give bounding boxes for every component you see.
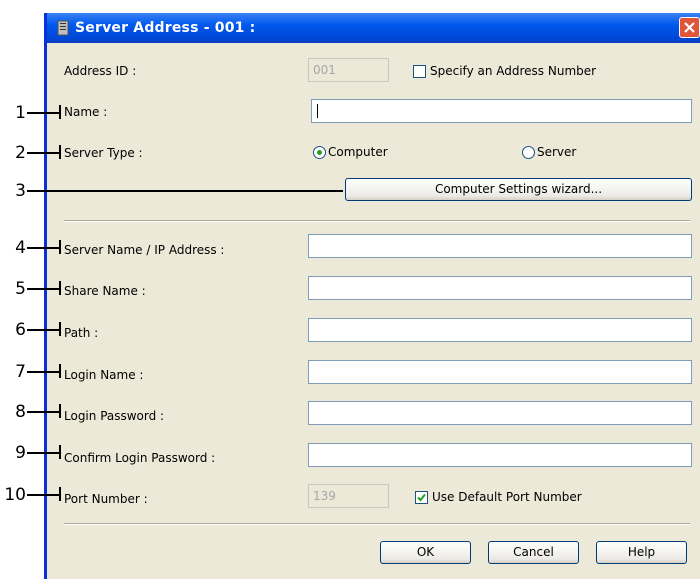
path-input[interactable]	[308, 318, 692, 342]
check-icon	[417, 493, 426, 502]
callout-1: 1	[15, 103, 26, 123]
address-id-field: 001	[308, 58, 389, 82]
callout-tick-8	[59, 404, 61, 418]
computer-radio[interactable]	[313, 146, 326, 159]
confirm-password-input[interactable]	[308, 443, 692, 467]
window-title: Server Address - 001 :	[75, 20, 256, 36]
share-name-label: Share Name :	[64, 284, 146, 298]
server-name-input[interactable]	[308, 234, 692, 258]
bottom-separator	[64, 523, 690, 525]
close-icon	[684, 22, 695, 33]
specify-address-checkbox[interactable]	[413, 65, 426, 78]
server-type-label: Server Type :	[64, 146, 143, 160]
specify-address-label[interactable]: Specify an Address Number	[430, 64, 596, 78]
title-bar[interactable]: Server Address - 001 :	[47, 13, 700, 43]
radio-selected-dot	[317, 150, 322, 155]
port-number-label: Port Number :	[64, 492, 148, 506]
server-name-label: Server Name / IP Address :	[64, 243, 225, 257]
path-label: Path :	[64, 326, 99, 340]
name-label: Name :	[64, 105, 108, 119]
callout-tick-10	[59, 487, 61, 501]
callout-tick-9	[59, 445, 61, 459]
callout-line-3	[27, 190, 343, 192]
callout-4: 4	[15, 238, 26, 258]
callout-line-7	[27, 371, 60, 373]
callout-tick-7	[59, 364, 61, 378]
login-name-input[interactable]	[308, 360, 692, 384]
callout-3: 3	[15, 181, 26, 201]
login-password-input[interactable]	[308, 401, 692, 425]
port-number-field: 139	[308, 484, 389, 508]
callout-line-8	[27, 411, 60, 413]
default-port-label[interactable]: Use Default Port Number	[432, 490, 582, 504]
callout-line-5	[27, 288, 60, 290]
server-icon	[57, 20, 69, 36]
callout-6: 6	[15, 320, 26, 340]
callout-tick-6	[59, 322, 61, 336]
callout-8: 8	[15, 402, 26, 422]
name-input[interactable]	[311, 99, 692, 123]
callout-10: 10	[4, 485, 26, 505]
text-cursor	[317, 104, 318, 118]
callout-7: 7	[15, 362, 26, 382]
server-address-dialog: Server Address - 001 : Address ID : 001 …	[44, 13, 700, 579]
default-port-checkbox[interactable]	[415, 491, 428, 504]
help-button[interactable]: Help	[596, 541, 687, 564]
callout-tick-4	[59, 240, 61, 254]
callout-line-2	[27, 152, 60, 154]
callout-tick-5	[59, 281, 61, 295]
callout-line-4	[27, 247, 60, 249]
share-name-input[interactable]	[308, 276, 692, 300]
callout-9: 9	[15, 443, 26, 463]
login-name-label: Login Name :	[64, 368, 144, 382]
computer-settings-wizard-button[interactable]: Computer Settings wizard...	[345, 178, 692, 201]
close-button[interactable]	[679, 17, 700, 38]
separator	[64, 220, 690, 222]
server-radio-label[interactable]: Server	[537, 145, 576, 159]
callout-line-9	[27, 452, 60, 454]
server-radio[interactable]	[522, 146, 535, 159]
callout-2: 2	[15, 143, 26, 163]
cancel-button[interactable]: Cancel	[488, 541, 579, 564]
callout-line-6	[27, 329, 60, 331]
confirm-password-label: Confirm Login Password :	[64, 451, 216, 465]
ok-button[interactable]: OK	[380, 541, 471, 564]
callout-tick-1	[59, 105, 61, 119]
callout-tick-2	[59, 145, 61, 159]
computer-radio-label[interactable]: Computer	[328, 145, 388, 159]
address-id-label: Address ID :	[64, 64, 137, 78]
callout-line-10	[27, 494, 60, 496]
callout-5: 5	[15, 279, 26, 299]
login-password-label: Login Password :	[64, 409, 165, 423]
callout-line-1	[27, 112, 60, 114]
